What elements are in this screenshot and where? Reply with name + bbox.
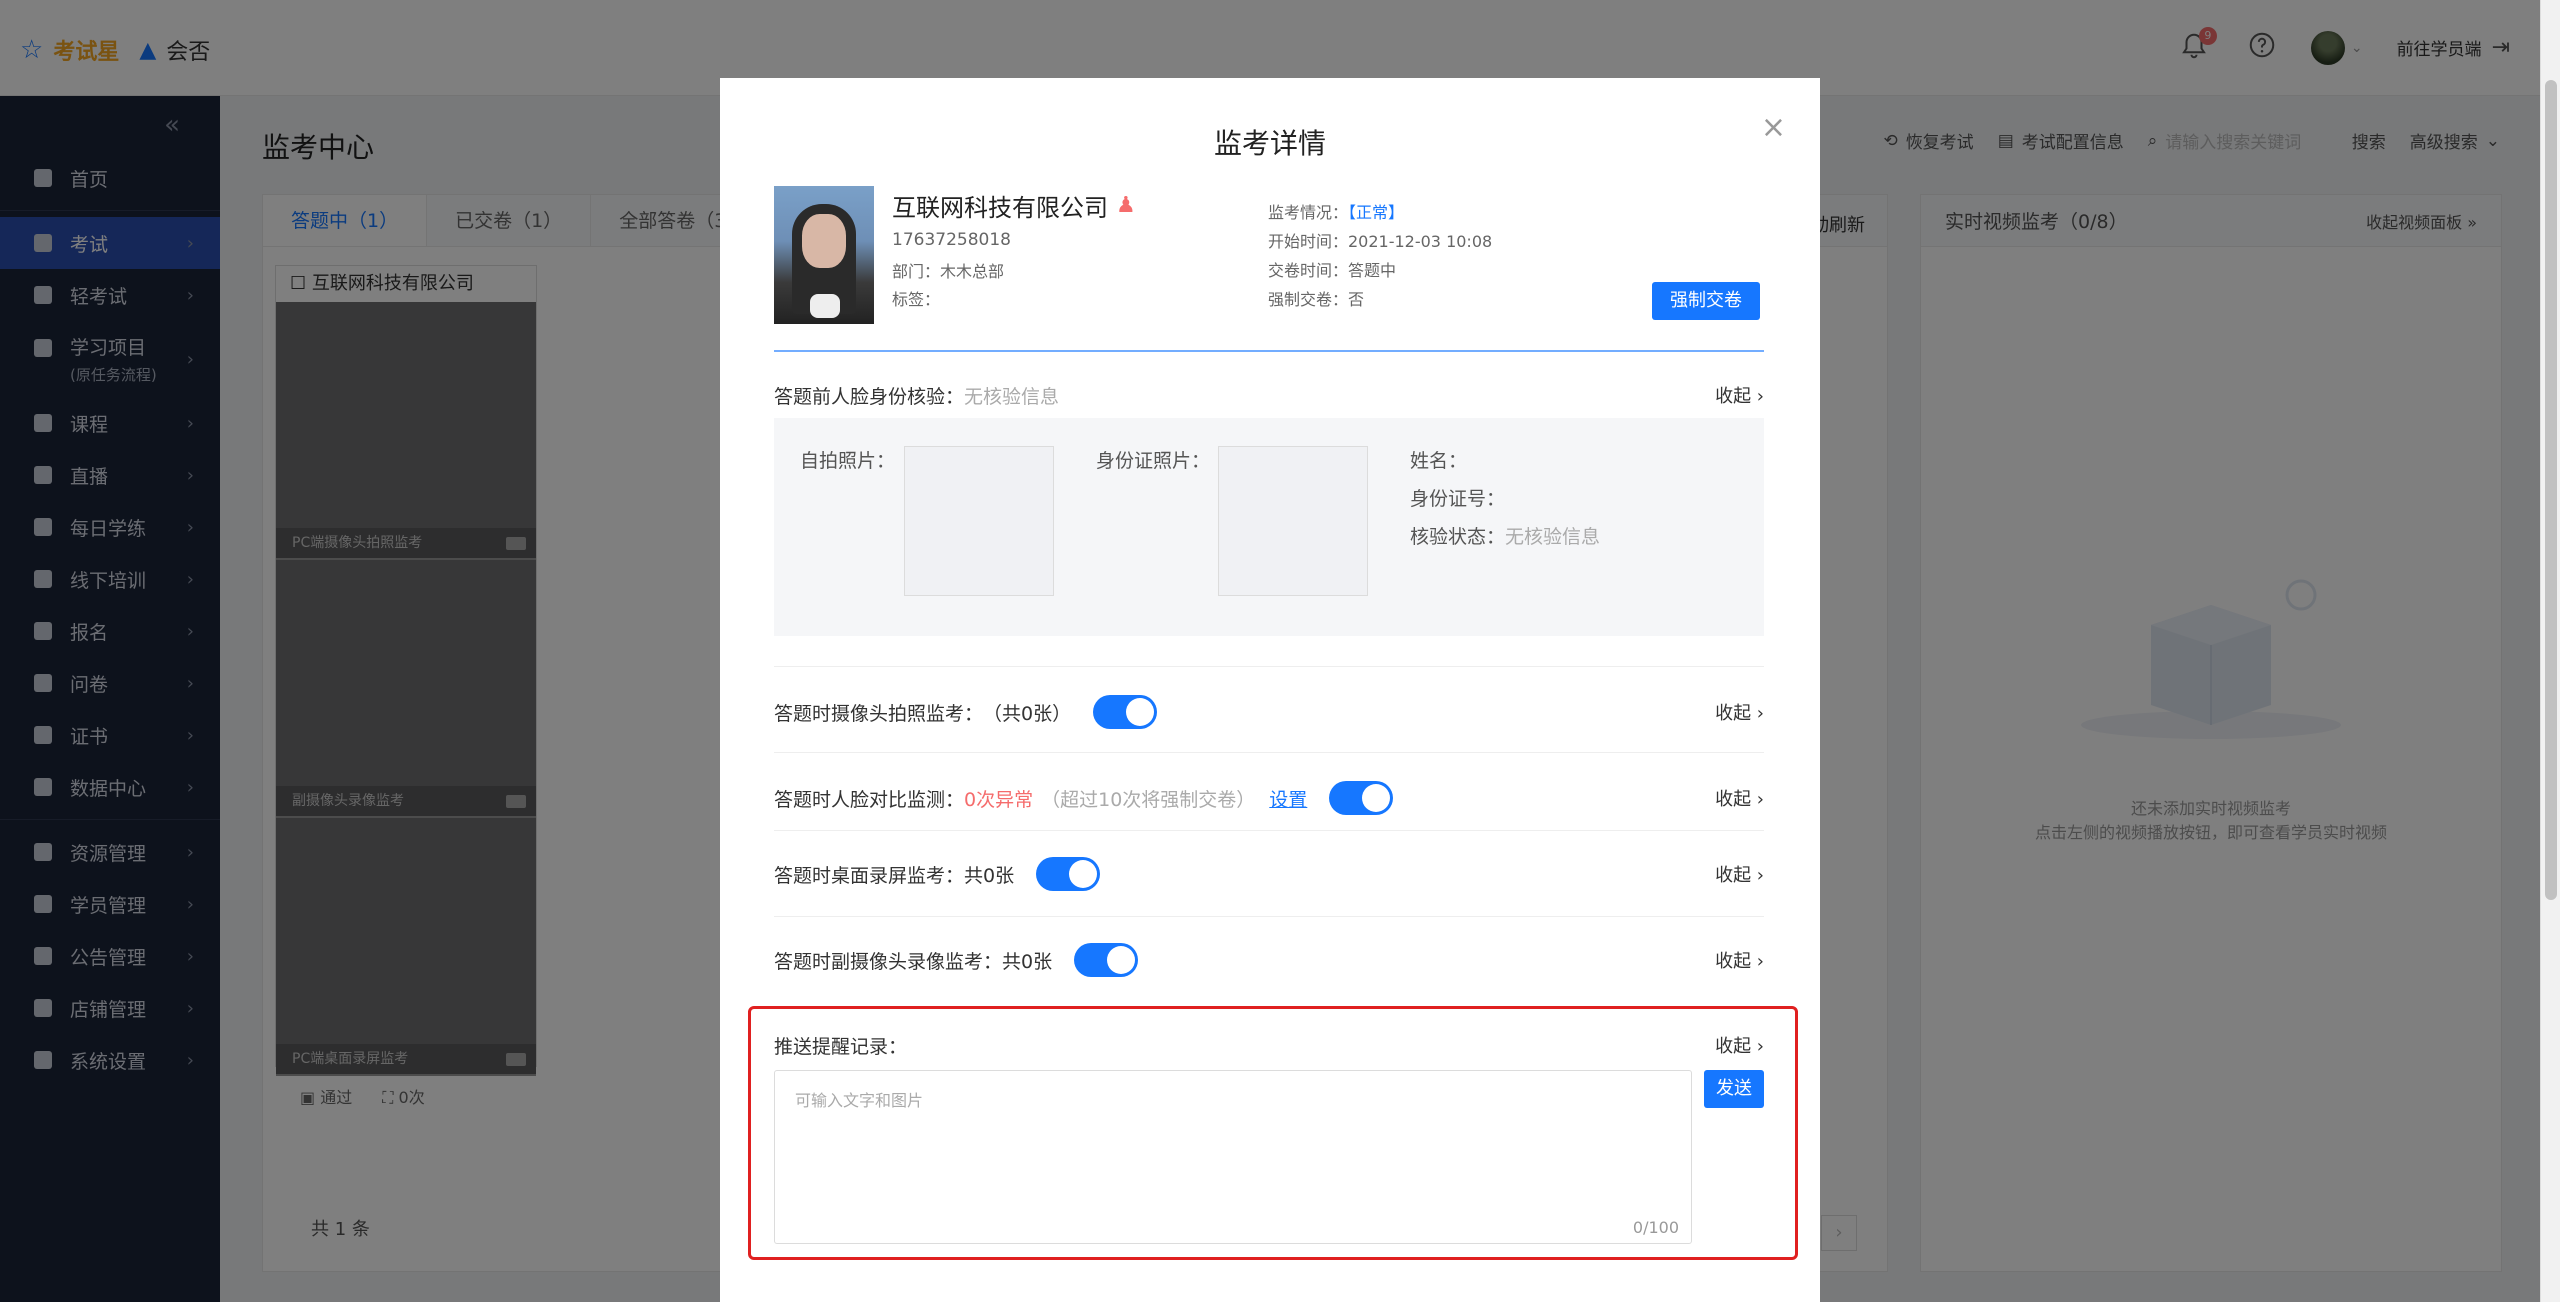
sub-camera-row: 答题时副摄像头录像监考： 共0张 收起 › xyxy=(774,940,1764,980)
student-dept: 部门：木木总部 xyxy=(892,262,1005,281)
sub-camera-toggle[interactable] xyxy=(1074,943,1139,977)
collapse-face-verify[interactable]: 收起 › xyxy=(1715,382,1764,408)
proctor-detail-dialog: 监考详情 × 互联网科技有限公司 ♟ 17637258018 部门：木木总部 标签… xyxy=(720,78,1820,1302)
force-submit-button[interactable]: 强制交卷 xyxy=(1652,282,1760,320)
face-verify-row: 答题前人脸身份核验： 无核验信息 收起 › xyxy=(774,378,1764,412)
collapse-sub-camera[interactable]: 收起 › xyxy=(1715,947,1764,973)
anomaly-count: 0次异常 xyxy=(964,788,1034,811)
student-profile: 互联网科技有限公司 ♟ 17637258018 部门：木木总部 标签： 监考情况：… xyxy=(774,186,1760,336)
exam-status-info: 监考情况：【正常】 开始时间：2021-12-03 10:08 交卷时间：答题中… xyxy=(1268,198,1492,314)
send-button[interactable]: 发送 xyxy=(1704,1070,1764,1108)
start-time: 开始时间：2021-12-03 10:08 xyxy=(1268,232,1493,251)
close-icon[interactable]: × xyxy=(1761,110,1786,145)
idcard-photo[interactable] xyxy=(1218,446,1368,596)
camera-photo-row: 答题时摄像头拍照监考： （共0张） 收起 › xyxy=(774,692,1764,732)
push-message-textarea[interactable]: 可输入文字和图片 0/100 xyxy=(774,1070,1692,1244)
collapse-camera-photo[interactable]: 收起 › xyxy=(1715,699,1764,725)
submit-time: 交卷时间：答题中 xyxy=(1268,261,1397,280)
page-scrollbar[interactable] xyxy=(2540,0,2560,1302)
student-phone: 17637258018 xyxy=(892,230,1011,250)
collapse-desktop-record[interactable]: 收起 › xyxy=(1715,861,1764,887)
face-verify-box: 自拍照片： 身份证照片： 姓名： 身份证号： 核验状态：无核验信息 xyxy=(774,418,1764,636)
selfie-photo[interactable] xyxy=(904,446,1054,596)
dialog-title: 监考详情 xyxy=(1213,127,1326,160)
student-name: 互联网科技有限公司 xyxy=(892,194,1108,222)
desktop-record-toggle[interactable] xyxy=(1036,857,1101,891)
status-badge: 【正常】 xyxy=(1348,203,1405,222)
collapse-face-compare[interactable]: 收起 › xyxy=(1715,785,1764,811)
student-photo xyxy=(774,186,874,324)
face-compare-settings-link[interactable]: 设置 xyxy=(1269,785,1307,812)
desktop-record-row: 答题时桌面录屏监考： 共0张 收起 › xyxy=(774,854,1764,894)
camera-photo-toggle[interactable] xyxy=(1093,695,1158,729)
student-tag: 标签： xyxy=(892,290,941,309)
push-record-row: 推送提醒记录： 收起 › xyxy=(774,1028,1764,1062)
face-compare-row: 答题时人脸对比监测： 0次异常 （超过10次将强制交卷） 设置 收起 › xyxy=(774,778,1764,818)
face-compare-toggle[interactable] xyxy=(1329,781,1394,815)
force-status: 强制交卷：否 xyxy=(1268,290,1365,309)
collapse-push-record[interactable]: 收起 › xyxy=(1715,1032,1764,1058)
person-icon: ♟ xyxy=(1116,193,1136,218)
scrollbar-thumb[interactable] xyxy=(2545,80,2557,900)
char-counter: 0/100 xyxy=(1632,1218,1679,1237)
